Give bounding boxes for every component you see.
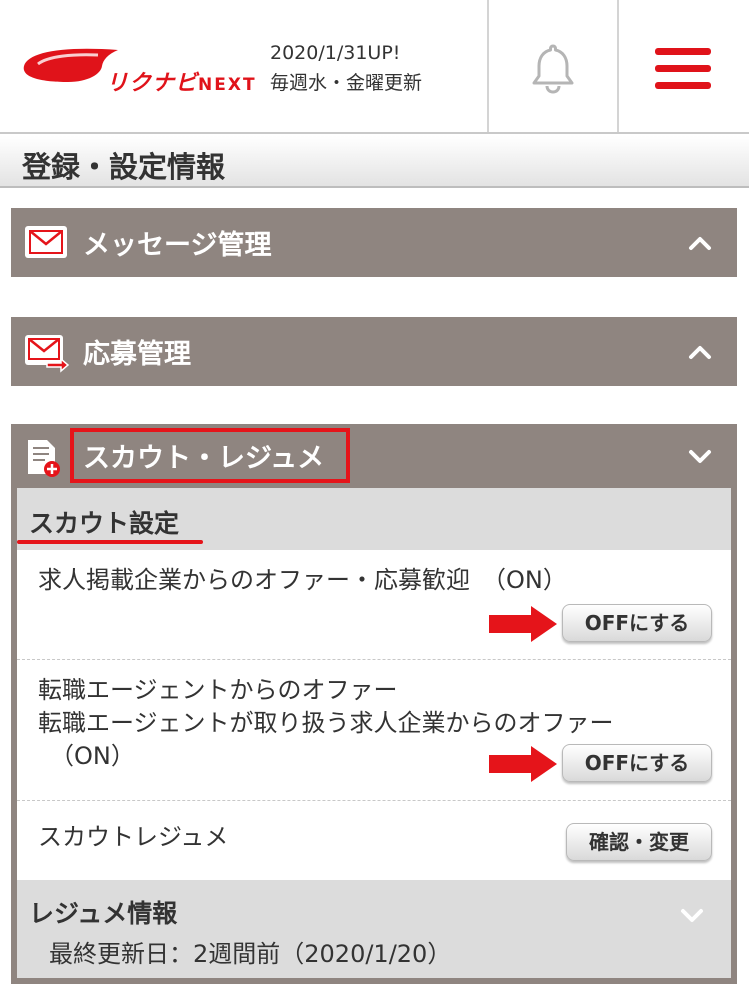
section-application-management[interactable]: 応募管理 (11, 317, 737, 386)
resume-last-updated: 最終更新日：2週間前（2020/1/20） (49, 940, 452, 968)
update-date: 2020/1/31UP! (270, 42, 401, 64)
section-label: メッセージ管理 (83, 230, 272, 261)
header: リクナビNEXT 2020/1/31UP! 毎週水・金曜更新 (0, 0, 749, 134)
scout-settings-title: スカウト設定 (29, 509, 180, 538)
setting-text: スカウトレジュメ (38, 823, 229, 851)
setting-row-company-offer: 求人掲載企業からのオファー・応募歓迎 （ON） OFFにする (17, 550, 731, 660)
scout-section-header[interactable]: スカウト・レジュメ (11, 424, 737, 488)
hamburger-menu-icon[interactable] (655, 48, 711, 90)
header-divider (617, 0, 619, 132)
logo-text-main: リクナビ (106, 71, 199, 96)
setting-text: 転職エージェントが取り扱う求人企業からのオファー (38, 709, 614, 737)
logo-text-next: NEXT (198, 75, 257, 95)
chevron-down-icon[interactable] (677, 900, 707, 930)
document-add-icon (25, 438, 71, 477)
scout-settings-header: スカウト設定 (17, 488, 731, 550)
red-underline (17, 540, 203, 544)
setting-text: 求人掲載企業からのオファー・応募歓迎 （ON） (38, 566, 567, 594)
section-message-management[interactable]: メッセージ管理 (11, 208, 737, 277)
logo-text: リクナビNEXT (106, 65, 257, 97)
setting-row-scout-resume: スカウトレジュメ 確認・変更 (17, 801, 731, 880)
section-label: スカウト・レジュメ (83, 443, 325, 474)
update-schedule: 毎週水・金曜更新 (270, 72, 423, 94)
red-arrow-icon (489, 746, 557, 782)
scout-content: スカウト設定 求人掲載企業からのオファー・応募歓迎 （ON） OFFにする 転職… (17, 488, 731, 978)
setting-row-agent-offer: 転職エージェントからのオファー 転職エージェントが取り扱う求人企業からのオファー… (17, 660, 731, 801)
page-title-bar: 登録・設定情報 (0, 136, 749, 188)
resume-info-section[interactable]: レジュメ情報 最終更新日：2週間前（2020/1/20） (17, 880, 731, 978)
bell-icon[interactable] (525, 40, 581, 96)
off-button-agent-offer[interactable]: OFFにする (562, 744, 712, 782)
mail-send-icon (23, 333, 70, 373)
mail-icon (23, 224, 69, 260)
update-info: 2020/1/31UP! 毎週水・金曜更新 (270, 38, 422, 98)
red-arrow-icon (489, 606, 557, 642)
chevron-down-icon[interactable] (685, 441, 715, 471)
chevron-up-icon[interactable] (685, 228, 715, 258)
resume-info-title: レジュメ情報 (29, 899, 178, 928)
setting-text: 転職エージェントからのオファー (38, 676, 398, 704)
confirm-change-button[interactable]: 確認・変更 (566, 823, 712, 861)
section-scout-resume: スカウト・レジュメ スカウト設定 求人掲載企業からのオファー・応募歓迎 （ON）… (11, 424, 737, 984)
rikunabi-next-logo[interactable]: リクナビNEXT (18, 44, 268, 97)
section-label: 応募管理 (83, 339, 191, 370)
off-button-company-offer[interactable]: OFFにする (562, 604, 712, 642)
page-title: 登録・設定情報 (22, 150, 226, 184)
setting-text: （ON） (38, 742, 135, 770)
chevron-up-icon[interactable] (685, 337, 715, 367)
header-divider (487, 0, 489, 132)
